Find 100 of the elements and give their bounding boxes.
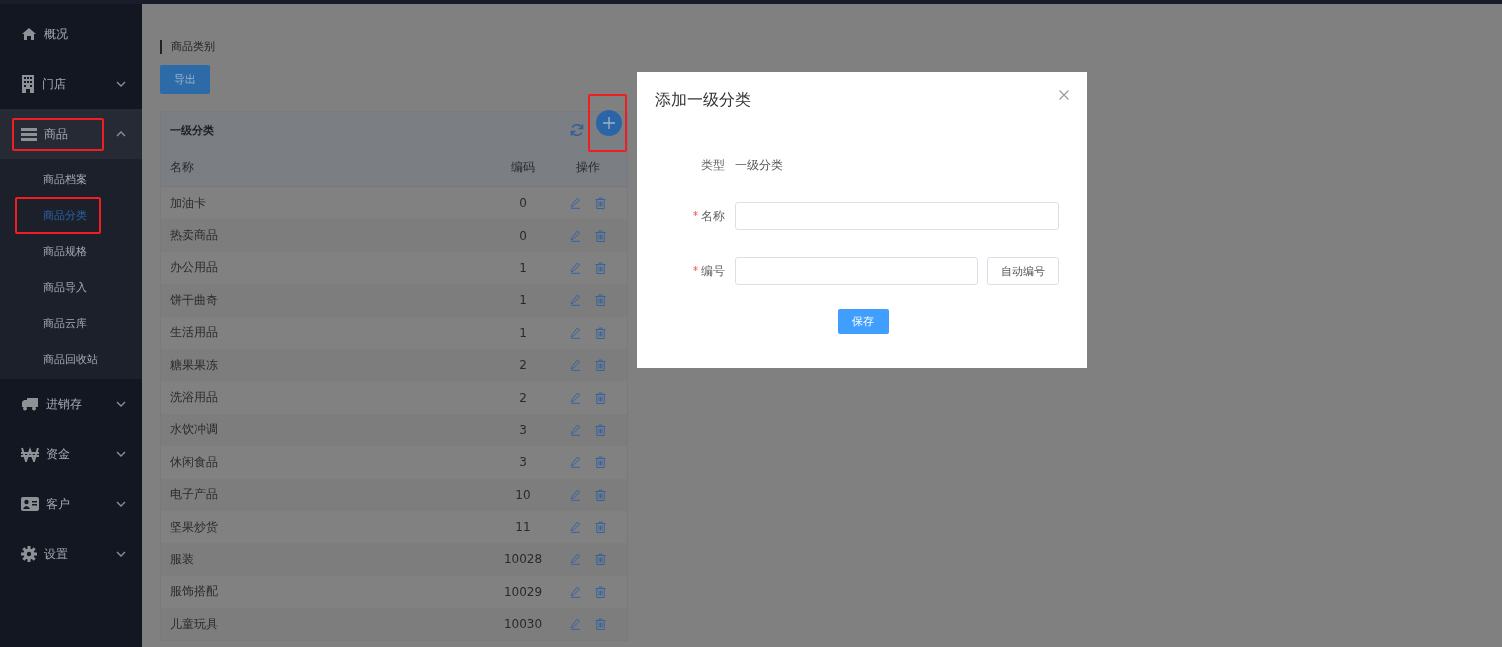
table-cell-text: 2 [518, 358, 528, 373]
table-cell-text: 服饰搭配 [170, 583, 219, 601]
form-value: 一级分类 [735, 157, 783, 174]
table-cell-text: 服装 [170, 551, 195, 568]
table-cell-text: 电子产品 [170, 486, 219, 504]
table-cell-text: 1 [518, 325, 528, 340]
delete-icon[interactable] [595, 326, 606, 339]
chevron-down-icon [116, 551, 126, 557]
dialog-title: 添加一级分类 [655, 90, 751, 111]
input-field[interactable] [735, 257, 978, 285]
currency-icon [21, 446, 39, 462]
table-cell-text: 洗浴用品 [170, 389, 219, 407]
chevron-down-icon [116, 81, 126, 87]
table-cell-text: 0 [518, 196, 528, 211]
delete-icon[interactable] [595, 585, 606, 598]
edit-icon[interactable] [570, 326, 581, 339]
delete-icon[interactable] [595, 553, 606, 566]
delete-icon[interactable] [595, 521, 606, 534]
edit-icon[interactable] [570, 197, 581, 210]
input-field[interactable] [735, 202, 1059, 230]
sidebar-item[interactable]: 概况 [0, 9, 142, 59]
table-cell-text: 休闲食品 [170, 453, 219, 471]
edit-icon[interactable] [570, 359, 581, 372]
table-cell-text: 3 [518, 455, 528, 470]
table-cell-text: 坚果炒货 [170, 518, 219, 536]
panel-title: 一级分类 [170, 122, 215, 138]
table-cell-text: 办公用品 [170, 259, 219, 277]
table-cell-text: 3 [518, 422, 528, 437]
edit-icon[interactable] [570, 618, 581, 631]
table-cell-text: 0 [518, 228, 528, 243]
submenu-item[interactable]: 商品规格 [15, 232, 101, 270]
table-cell-text: 1 [518, 260, 528, 275]
submenu-item[interactable]: 商品回收站 [15, 340, 112, 378]
chevron-up-icon [116, 131, 126, 137]
table-cell-text: 1 [518, 293, 528, 308]
sidebar-item[interactable]: 商品 [0, 109, 142, 159]
column-header: 名称 [170, 158, 195, 176]
sidebar-item[interactable]: 门店 [0, 59, 142, 109]
edit-icon[interactable] [570, 294, 581, 307]
close-icon[interactable] [1059, 90, 1069, 100]
delete-icon[interactable] [595, 229, 606, 242]
sidebar-label: 客户 [46, 495, 70, 513]
form-label: 类型 [700, 157, 726, 174]
edit-icon[interactable] [570, 423, 581, 436]
chevron-down-icon [116, 451, 126, 457]
table-cell-text: 儿童玩具 [170, 615, 219, 633]
chevron-down-icon [116, 501, 126, 507]
edit-icon[interactable] [570, 229, 581, 242]
table-cell-text: 10028 [502, 552, 544, 567]
form-label: 名称 [701, 207, 725, 225]
table-cell-text: 生活用品 [170, 324, 219, 342]
delete-icon[interactable] [595, 359, 606, 372]
auto-number-button[interactable]: 自动编号 [987, 257, 1059, 285]
submenu-item[interactable]: 商品档案 [15, 160, 101, 198]
edit-icon[interactable] [570, 391, 581, 404]
chevron-down-icon [116, 401, 126, 407]
sidebar-item[interactable]: 资金 [0, 429, 142, 479]
home-icon [21, 27, 37, 41]
contact-card-icon [21, 497, 39, 511]
column-header: 编码 [510, 158, 536, 176]
sidebar-label: 设置 [44, 545, 68, 563]
table-cell-text: 10030 [502, 617, 544, 632]
delete-icon[interactable] [595, 197, 606, 210]
table-cell-text: 11 [514, 520, 532, 535]
sidebar-label: 门店 [42, 75, 66, 93]
sidebar-item[interactable]: 进销存 [0, 379, 142, 429]
delete-icon[interactable] [595, 294, 606, 307]
sidebar-label: 商品 [44, 125, 68, 143]
delete-icon[interactable] [595, 261, 606, 274]
menu-icon [21, 127, 37, 141]
column-header: 操作 [575, 158, 601, 176]
submenu-item[interactable]: 商品导入 [15, 268, 101, 306]
settings-icon [21, 546, 37, 562]
sidebar-item[interactable]: 设置 [0, 529, 142, 579]
edit-icon[interactable] [570, 261, 581, 274]
truck-icon [21, 397, 39, 411]
sidebar-label: 进销存 [46, 395, 82, 413]
table-cell-text: 加油卡 [170, 194, 207, 212]
delete-icon[interactable] [595, 423, 606, 436]
delete-icon[interactable] [595, 456, 606, 469]
sidebar-label: 资金 [46, 445, 70, 463]
sidebar-label: 概况 [44, 25, 68, 43]
table-cell-text: 10029 [502, 584, 544, 599]
submenu-item[interactable]: 商品云库 [15, 304, 101, 342]
delete-icon[interactable] [595, 618, 606, 631]
edit-icon[interactable] [570, 585, 581, 598]
table-cell-text: 2 [518, 390, 528, 405]
edit-icon[interactable] [570, 553, 581, 566]
table-cell-text: 饼干曲奇 [170, 291, 219, 309]
edit-icon[interactable] [570, 488, 581, 501]
building-icon [21, 75, 35, 93]
form-label: 编号 [701, 262, 725, 280]
add-button[interactable] [596, 110, 622, 136]
edit-icon[interactable] [570, 456, 581, 469]
table-cell-text: 热卖商品 [170, 227, 219, 245]
delete-icon[interactable] [595, 391, 606, 404]
edit-icon[interactable] [570, 521, 581, 534]
delete-icon[interactable] [595, 488, 606, 501]
refresh-icon[interactable] [570, 123, 584, 137]
sidebar-item[interactable]: 客户 [0, 479, 142, 529]
